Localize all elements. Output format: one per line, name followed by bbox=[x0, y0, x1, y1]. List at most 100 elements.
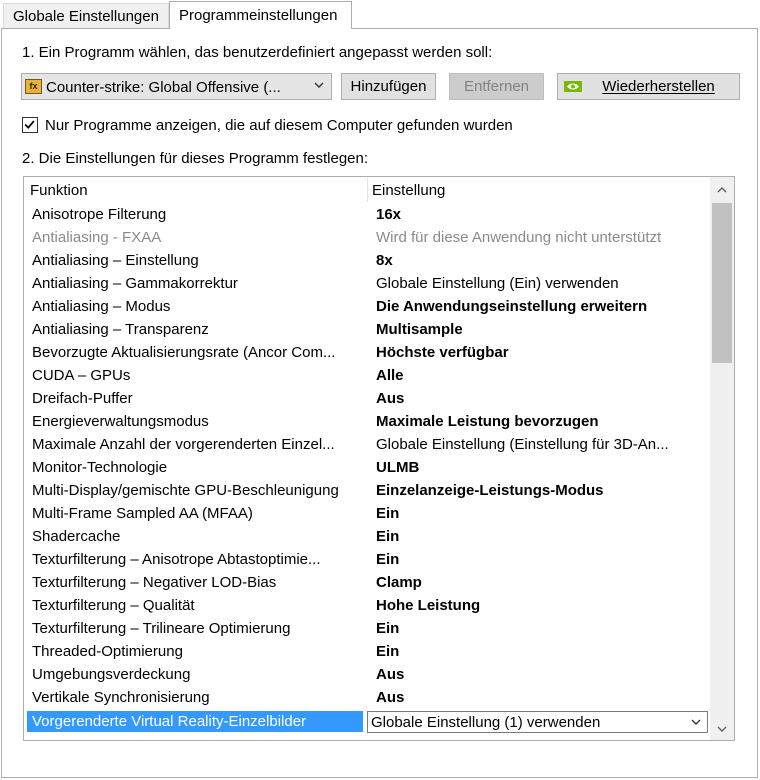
checkmark-icon bbox=[24, 120, 35, 129]
table-row[interactable]: Dreifach-Puffer Aus bbox=[24, 387, 710, 410]
function-name: Antialiasing – Transparenz bbox=[32, 321, 209, 338]
tab-global-settings[interactable]: Globale Einstellungen bbox=[3, 3, 169, 28]
restore-button-label: Wiederherstellen bbox=[602, 78, 715, 95]
function-name: Antialiasing – Einstellung bbox=[32, 252, 199, 269]
setting-value: Clamp bbox=[376, 574, 422, 591]
setting-value: Ein bbox=[376, 528, 400, 545]
function-name: Threaded-Optimierung bbox=[32, 643, 183, 660]
function-name: Dreifach-Puffer bbox=[32, 390, 133, 407]
table-row[interactable]: Antialiasing - FXAA Wird für diese Anwend… bbox=[24, 226, 710, 249]
setting-value: Globale Einstellung (1) verwenden bbox=[371, 714, 601, 731]
table-row[interactable]: Multi-Frame Sampled AA (MFAA) Ein bbox=[24, 502, 710, 525]
table-row[interactable]: Antialiasing – Transparenz Multisample bbox=[24, 318, 710, 341]
tab-program-settings[interactable]: Programmeinstellungen bbox=[169, 1, 352, 29]
setting-value: Globale Einstellung (Einstellung für 3D-… bbox=[376, 436, 669, 453]
table-row[interactable]: Shadercache Ein bbox=[24, 525, 710, 548]
table-row[interactable]: Threaded-Optimierung Ein bbox=[24, 640, 710, 663]
table-row[interactable]: Bevorzugte Aktualisierungsrate (Ancor Co… bbox=[24, 341, 710, 364]
chevron-down-icon bbox=[691, 719, 701, 725]
table-row[interactable]: CUDA – GPUs Alle bbox=[24, 364, 710, 387]
setting-value: Globale Einstellung (Ein) verwenden bbox=[376, 275, 619, 292]
table-row[interactable]: Texturfilterung – Anisotrope Abtastoptim… bbox=[24, 548, 710, 571]
add-button[interactable]: Hinzufügen bbox=[341, 73, 436, 100]
function-name: Shadercache bbox=[32, 528, 121, 545]
remove-button[interactable]: Entfernen bbox=[449, 73, 544, 100]
table-row[interactable]: Antialiasing – Einstellung 8x bbox=[24, 249, 710, 272]
setting-value: Ein bbox=[376, 620, 400, 637]
function-name: Antialiasing - FXAA bbox=[32, 229, 162, 246]
setting-value: Einzelanzeige-Leistungs-Modus bbox=[376, 482, 604, 499]
setting-value: Ein bbox=[376, 505, 400, 522]
table-row[interactable]: Energieverwaltungsmodus Maximale Leistung… bbox=[24, 410, 710, 433]
setting-value: Die Anwendungseinstellung erweitern bbox=[376, 298, 648, 315]
function-name: Vorgerenderte Virtual Reality-Einzelbild… bbox=[27, 711, 363, 732]
function-name: Texturfilterung – Trilineare Optimierung bbox=[32, 620, 291, 637]
function-name: Antialiasing – Gammakorrektur bbox=[32, 275, 238, 292]
table-row[interactable]: Texturfilterung – Negativer LOD-Bias Clam… bbox=[24, 571, 710, 594]
setting-value: Aus bbox=[376, 689, 405, 706]
setting-value: Alle bbox=[376, 367, 404, 384]
setting-value: Hohe Leistung bbox=[376, 597, 481, 614]
function-name: Multi-Frame Sampled AA (MFAA) bbox=[32, 505, 253, 522]
function-name: Monitor-Technologie bbox=[32, 459, 168, 476]
function-name: Antialiasing – Modus bbox=[32, 298, 171, 315]
function-name: Maximale Anzahl der vorgerenderten Einze… bbox=[32, 436, 335, 453]
vertical-scrollbar[interactable] bbox=[710, 177, 734, 740]
scroll-down-icon[interactable] bbox=[715, 722, 729, 736]
scrollbar-thumb[interactable] bbox=[712, 203, 732, 363]
setting-value: Aus bbox=[376, 666, 405, 683]
restore-button[interactable]: Wiederherstellen bbox=[557, 73, 740, 100]
show-found-programs-label: Nur Programme anzeigen, die auf diesem C… bbox=[45, 117, 513, 134]
table-row[interactable]: Multi-Display/gemischte GPU-Beschleunigu… bbox=[24, 479, 710, 502]
table-row[interactable]: Anisotrope Filterung 16x bbox=[24, 203, 710, 226]
function-name: Vertikale Synchronisierung bbox=[32, 689, 210, 706]
add-button-label: Hinzufügen bbox=[350, 78, 427, 95]
function-name: Multi-Display/gemischte GPU-Beschleunigu… bbox=[32, 482, 339, 499]
table-row[interactable]: Texturfilterung – Qualität Hohe Leistung bbox=[24, 594, 710, 617]
function-name: Texturfilterung – Negativer LOD-Bias bbox=[32, 574, 277, 591]
column-header-function[interactable]: Funktion bbox=[30, 182, 88, 199]
function-name: Texturfilterung – Qualität bbox=[32, 597, 195, 614]
setting-value: Ein bbox=[376, 551, 400, 568]
function-name: Umgebungsverdeckung bbox=[32, 666, 191, 683]
column-header-setting[interactable]: Einstellung bbox=[372, 182, 445, 199]
setting-value: Multisample bbox=[376, 321, 463, 338]
tab-strip: Globale Einstellungen Programmeinstellun… bbox=[0, 0, 760, 29]
setting-value: Maximale Leistung bevorzugen bbox=[376, 413, 599, 430]
table-row[interactable]: Vertikale Synchronisierung Aus bbox=[24, 686, 710, 709]
table-row[interactable]: Antialiasing – Gammakorrektur Globale Ein… bbox=[24, 272, 710, 295]
setting-value: 8x bbox=[376, 252, 393, 269]
function-name: Anisotrope Filterung bbox=[32, 206, 167, 223]
step1-label: 1. Ein Programm wählen, das benutzerdefi… bbox=[22, 44, 493, 61]
step2-label: 2. Die Einstellungen für dieses Programm… bbox=[22, 150, 369, 167]
remove-button-label: Entfernen bbox=[463, 78, 530, 95]
scroll-up-icon[interactable] bbox=[715, 183, 729, 197]
program-select[interactable]: fx Counter-strike: Global Offensive (... bbox=[21, 73, 332, 100]
setting-dropdown[interactable]: Globale Einstellung (1) verwenden bbox=[367, 711, 708, 733]
table-row[interactable]: Umgebungsverdeckung Aus bbox=[24, 663, 710, 686]
csgo-program-icon: fx bbox=[25, 79, 42, 94]
setting-value: ULMB bbox=[376, 459, 420, 476]
setting-value: Ein bbox=[376, 643, 400, 660]
function-name: Energieverwaltungsmodus bbox=[32, 413, 209, 430]
grid-header: Funktion Einstellung bbox=[24, 177, 710, 202]
setting-value: 16x bbox=[376, 206, 402, 223]
nvidia-icon bbox=[564, 81, 582, 92]
show-found-programs-checkbox[interactable] bbox=[22, 117, 38, 133]
program-select-value: Counter-strike: Global Offensive (... bbox=[46, 79, 281, 96]
settings-grid: Funktion Einstellung Anisotrope Filterun… bbox=[23, 176, 735, 741]
column-divider[interactable] bbox=[367, 177, 368, 202]
chevron-down-icon bbox=[314, 82, 324, 88]
setting-value: Aus bbox=[376, 390, 405, 407]
function-name: Bevorzugte Aktualisierungsrate (Ancor Co… bbox=[32, 344, 336, 361]
table-row[interactable]: Antialiasing – Modus Die Anwendungseinste… bbox=[24, 295, 710, 318]
table-row[interactable]: Vorgerenderte Virtual Reality-Einzelbild… bbox=[24, 711, 710, 734]
function-name: Texturfilterung – Anisotrope Abtastoptim… bbox=[32, 551, 321, 568]
function-name: CUDA – GPUs bbox=[32, 367, 131, 384]
tab-global-settings-label: Globale Einstellungen bbox=[13, 8, 159, 25]
table-row[interactable]: Maximale Anzahl der vorgerenderten Einze… bbox=[24, 433, 710, 456]
setting-value: Höchste verfügbar bbox=[376, 344, 509, 361]
table-row[interactable]: Monitor-Technologie ULMB bbox=[24, 456, 710, 479]
table-row[interactable]: Texturfilterung – Trilineare Optimierung… bbox=[24, 617, 710, 640]
tab-program-settings-label: Programmeinstellungen bbox=[179, 7, 338, 24]
